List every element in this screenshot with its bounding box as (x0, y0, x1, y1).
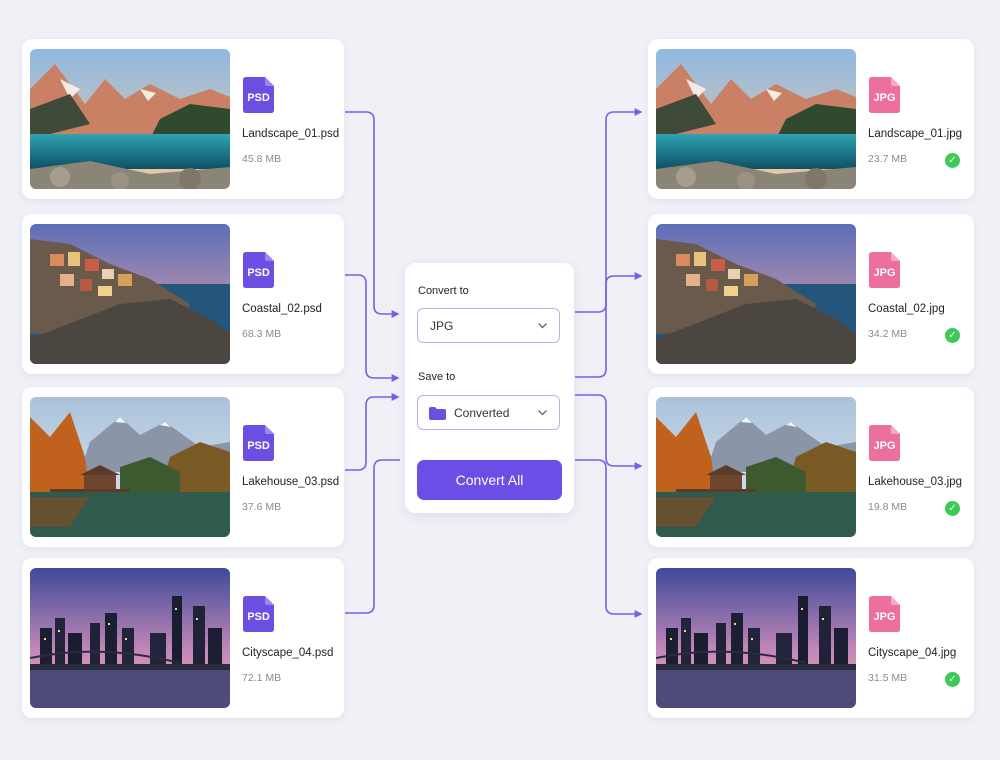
format-value: JPG (430, 319, 454, 333)
lakehouse-thumbnail (656, 397, 856, 537)
convert-all-button[interactable]: Convert All (417, 460, 562, 500)
psd-badge-label: PSD (247, 92, 270, 104)
conversion-panel: Convert to JPG Save to Converted Convert… (405, 263, 574, 513)
cityscape-thumbnail (30, 568, 230, 708)
folder-value: Converted (454, 406, 510, 420)
connector-in-4 (345, 459, 400, 614)
chevron-down-icon (538, 410, 547, 416)
folder-icon (429, 407, 446, 420)
check-icon: ✓ (945, 501, 960, 516)
source-card-landscape[interactable]: PSD Landscape_01.psd 45.8 MB (22, 39, 344, 199)
landscape-thumbnail (30, 49, 230, 189)
jpg-badge-label: JPG (873, 267, 895, 279)
psd-badge-label: PSD (247, 267, 270, 279)
file-name: Coastal_02.jpg (868, 303, 945, 315)
file-size: 72.1 MB (242, 672, 282, 684)
check-icon: ✓ (945, 672, 960, 687)
check-icon: ✓ (945, 328, 960, 343)
file-name: Landscape_01.psd (242, 128, 340, 140)
jpg-file-icon: JPG (869, 425, 900, 461)
jpg-badge-label: JPG (873, 611, 895, 623)
jpg-file-icon: JPG (869, 596, 900, 632)
folder-select[interactable]: Converted (417, 395, 560, 430)
file-size: 19.8 MB (868, 501, 908, 513)
lakehouse-thumbnail (30, 397, 230, 537)
file-name: Lakehouse_03.psd (242, 476, 340, 488)
psd-badge-label: PSD (247, 440, 270, 452)
psd-badge-label: PSD (247, 611, 270, 623)
jpg-badge-label: JPG (873, 92, 895, 104)
chevron-down-icon (538, 323, 547, 329)
file-size: 68.3 MB (242, 328, 282, 340)
output-card-lakehouse[interactable]: JPG Lakehouse_03.jpg 19.8 MB ✓ (648, 387, 974, 547)
source-card-lakehouse[interactable]: PSD Lakehouse_03.psd 37.6 MB (22, 387, 344, 547)
connector-out-2 (575, 272, 643, 378)
output-card-cityscape[interactable]: JPG Cityscape_04.jpg 31.5 MB ✓ (648, 558, 974, 718)
file-name: Coastal_02.psd (242, 303, 322, 315)
connector-out-3 (575, 394, 643, 470)
file-size: 37.6 MB (242, 501, 282, 513)
psd-file-icon: PSD (243, 252, 274, 288)
format-select[interactable]: JPG (417, 308, 560, 343)
file-name: Cityscape_04.psd (242, 647, 334, 659)
file-size: 45.8 MB (242, 153, 282, 165)
output-card-coastal[interactable]: JPG Coastal_02.jpg 34.2 MB ✓ (648, 214, 974, 374)
convert-to-label: Convert to (418, 285, 469, 297)
psd-file-icon: PSD (243, 77, 274, 113)
connector-out-1 (575, 108, 643, 313)
connector-out-4 (575, 459, 643, 618)
connector-in-2 (345, 274, 400, 382)
file-name: Cityscape_04.jpg (868, 647, 957, 659)
coastal-thumbnail (30, 224, 230, 364)
landscape-thumbnail (656, 49, 856, 189)
file-size: 31.5 MB (868, 672, 908, 684)
file-name: Landscape_01.jpg (868, 128, 962, 140)
jpg-file-icon: JPG (869, 77, 900, 113)
psd-file-icon: PSD (243, 425, 274, 461)
coastal-thumbnail (656, 224, 856, 364)
connector-in-3 (345, 393, 400, 471)
file-size: 23.7 MB (868, 153, 908, 165)
connector-in-1 (345, 111, 400, 318)
jpg-file-icon: JPG (869, 252, 900, 288)
source-card-cityscape[interactable]: PSD Cityscape_04.psd 72.1 MB (22, 558, 344, 718)
file-name: Lakehouse_03.jpg (868, 476, 962, 488)
file-size: 34.2 MB (868, 328, 908, 340)
output-card-landscape[interactable]: JPG Landscape_01.jpg 23.7 MB ✓ (648, 39, 974, 199)
save-to-label: Save to (418, 371, 456, 383)
jpg-badge-label: JPG (873, 440, 895, 452)
cityscape-thumbnail (656, 568, 856, 708)
source-card-coastal[interactable]: PSD Coastal_02.psd 68.3 MB (22, 214, 344, 374)
psd-file-icon: PSD (243, 596, 274, 632)
check-icon: ✓ (945, 153, 960, 168)
